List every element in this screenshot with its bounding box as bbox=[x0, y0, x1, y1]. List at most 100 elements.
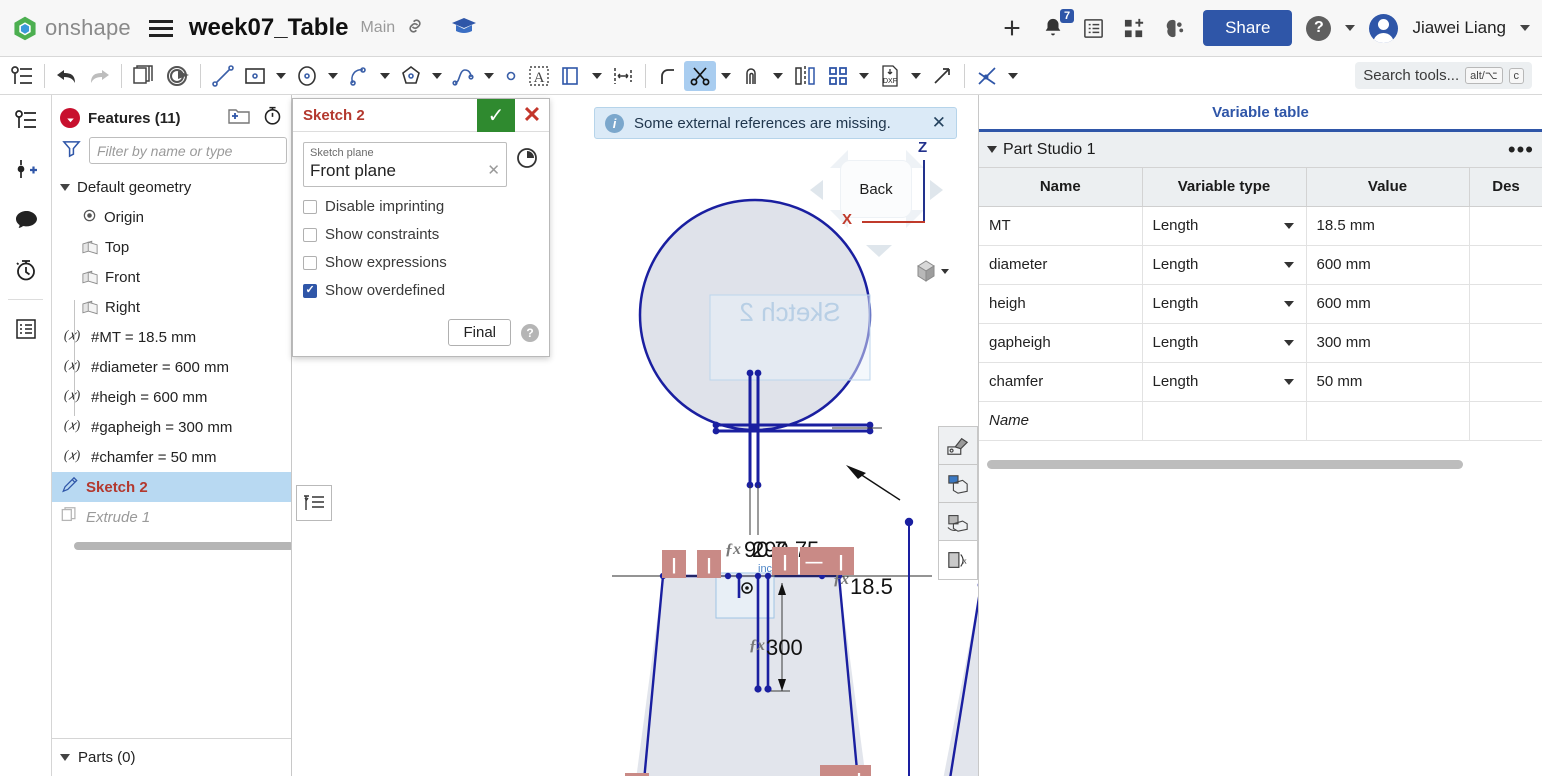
filter-funnel-icon[interactable] bbox=[62, 139, 81, 163]
chevron-down-icon[interactable] bbox=[60, 754, 70, 761]
final-button[interactable]: Final bbox=[448, 319, 511, 346]
clear-plane-icon[interactable]: ✕ bbox=[487, 161, 500, 179]
cell-type[interactable]: Length bbox=[1142, 284, 1307, 324]
variable-table-group-header[interactable]: Part Studio 1 ••• bbox=[979, 132, 1542, 168]
history-clock-icon[interactable] bbox=[515, 146, 539, 170]
feature-filter-input[interactable] bbox=[89, 137, 287, 164]
cell-type[interactable]: Length bbox=[1142, 245, 1307, 285]
cell-value[interactable]: 600 mm bbox=[1306, 245, 1470, 285]
arc-chevron-down-icon[interactable] bbox=[380, 72, 390, 79]
cell-value[interactable]: 600 mm bbox=[1306, 284, 1470, 324]
cell-value[interactable]: 300 mm bbox=[1306, 323, 1470, 363]
rectangle-chevron-down-icon[interactable] bbox=[276, 72, 286, 79]
cell-name[interactable]: heigh bbox=[979, 284, 1143, 324]
fillet-tool-icon[interactable] bbox=[652, 61, 684, 91]
use-project-icon[interactable] bbox=[555, 61, 587, 91]
polygon-tool-icon[interactable] bbox=[395, 61, 427, 91]
column-header-name[interactable]: Name bbox=[979, 168, 1143, 207]
apps-grid-add-icon[interactable] bbox=[1121, 15, 1148, 42]
checkbox-box[interactable] bbox=[303, 255, 317, 270]
offset-tool-icon[interactable] bbox=[736, 61, 768, 91]
tree-horizontal-scrollbar[interactable] bbox=[74, 542, 291, 550]
circle-tool-icon[interactable] bbox=[291, 61, 323, 91]
avatar[interactable] bbox=[1369, 13, 1399, 43]
undo-icon[interactable] bbox=[51, 61, 83, 91]
construction-toggle-icon[interactable] bbox=[926, 61, 958, 91]
import-dxf-icon[interactable]: DXF bbox=[874, 61, 906, 91]
table-row[interactable]: MT Length 18.5 mm bbox=[979, 206, 1542, 246]
add-icon[interactable] bbox=[998, 15, 1025, 42]
trim-chevron-down-icon[interactable] bbox=[721, 72, 731, 79]
mirror-tool-icon[interactable] bbox=[788, 61, 822, 91]
question-icon[interactable]: ? bbox=[521, 323, 539, 342]
use-chevron-down-icon[interactable] bbox=[592, 72, 602, 79]
chevron-down-icon[interactable] bbox=[987, 146, 997, 153]
tree-item-origin[interactable]: Origin bbox=[52, 202, 291, 232]
checkbox-show-expressions[interactable]: Show expressions bbox=[303, 254, 539, 271]
tree-feature-extrude-1[interactable]: Extrude 1 bbox=[52, 502, 291, 532]
cell-type[interactable]: Length bbox=[1142, 323, 1307, 363]
dim-left-thickness[interactable]: 18.5 bbox=[850, 574, 893, 599]
appearance-icon[interactable] bbox=[939, 427, 977, 465]
checkbox-disable-imprinting[interactable]: Disable imprinting bbox=[303, 198, 539, 215]
tree-variable-gapheigh[interactable]: (𝑥) #gapheigh = 300 mm bbox=[52, 412, 291, 442]
grid-display-icon[interactable] bbox=[939, 465, 977, 503]
view-cube-face[interactable]: Back bbox=[840, 160, 912, 218]
link-icon[interactable] bbox=[405, 16, 425, 41]
help-chevron-down-icon[interactable] bbox=[1345, 25, 1356, 31]
user-chevron-down-icon[interactable] bbox=[1520, 25, 1530, 31]
cell-new-name[interactable]: Name bbox=[979, 401, 1143, 441]
spline-tool-icon[interactable] bbox=[447, 61, 479, 91]
column-header-description[interactable]: Des bbox=[1469, 168, 1542, 207]
parts-section[interactable]: Parts (0) bbox=[52, 738, 291, 776]
tree-item-top[interactable]: Top bbox=[52, 232, 291, 262]
tree-variable-mt[interactable]: (𝑥) #MT = 18.5 mm bbox=[52, 322, 291, 352]
checkbox-show-overdefined[interactable]: Show overdefined bbox=[303, 282, 539, 299]
new-folder-icon[interactable] bbox=[228, 106, 250, 130]
variable-table-hscrollbar[interactable] bbox=[987, 460, 1534, 469]
table-row[interactable]: diameter Length 600 mm bbox=[979, 245, 1542, 285]
rollback-error-icon[interactable] bbox=[60, 108, 80, 128]
tree-variable-heigh[interactable]: (𝑥) #heigh = 600 mm bbox=[52, 382, 291, 412]
view-rotate-down-icon[interactable] bbox=[866, 245, 892, 257]
rectangle-tool-icon[interactable] bbox=[239, 61, 271, 91]
cell-type[interactable]: Length bbox=[1142, 206, 1307, 246]
cell-description[interactable] bbox=[1469, 245, 1542, 285]
cell-name[interactable]: gapheigh bbox=[979, 323, 1143, 363]
checkbox-box[interactable] bbox=[303, 227, 317, 242]
cell-type[interactable]: Length bbox=[1142, 362, 1307, 402]
offset-chevron-down-icon[interactable] bbox=[773, 72, 783, 79]
column-header-value[interactable]: Value bbox=[1306, 168, 1470, 207]
tree-variable-diameter[interactable]: (𝑥) #diameter = 600 mm bbox=[52, 352, 291, 382]
history-icon[interactable] bbox=[0, 245, 52, 295]
table-row[interactable]: heigh Length 600 mm bbox=[979, 284, 1542, 324]
column-header-type[interactable]: Variable type bbox=[1142, 168, 1307, 207]
close-icon[interactable]: ✕ bbox=[932, 113, 946, 133]
ellipsis-icon[interactable]: ••• bbox=[1508, 138, 1534, 160]
chevron-down-icon[interactable] bbox=[1283, 339, 1294, 346]
cell-name[interactable]: diameter bbox=[979, 245, 1143, 285]
close-icon[interactable]: ✕ bbox=[515, 99, 549, 132]
constraints-chevron-down-icon[interactable] bbox=[1008, 72, 1018, 79]
variable-table-icon[interactable] bbox=[0, 304, 52, 354]
help-icon[interactable]: ? bbox=[1306, 15, 1332, 41]
measure-timer-icon[interactable] bbox=[262, 105, 283, 131]
dimension-tool-icon[interactable] bbox=[607, 61, 639, 91]
spline-chevron-down-icon[interactable] bbox=[484, 72, 494, 79]
cell-description[interactable] bbox=[1469, 362, 1542, 402]
graduation-cap-icon[interactable] bbox=[451, 15, 477, 42]
comments-icon[interactable] bbox=[0, 195, 52, 245]
point-tool-icon[interactable] bbox=[499, 61, 523, 91]
view-rotate-left-icon[interactable] bbox=[810, 180, 823, 200]
search-tools-input[interactable]: Search tools... alt/⌥ c bbox=[1355, 62, 1532, 89]
tree-variable-chamfer[interactable]: (𝑥) #chamfer = 50 mm bbox=[52, 442, 291, 472]
text-tool-icon[interactable]: A bbox=[523, 61, 555, 91]
circle-chevron-down-icon[interactable] bbox=[328, 72, 338, 79]
checkbox-box[interactable] bbox=[303, 199, 317, 214]
redo-icon[interactable] bbox=[83, 61, 115, 91]
chevron-down-icon[interactable] bbox=[1283, 378, 1294, 385]
cell-value[interactable]: 50 mm bbox=[1306, 362, 1470, 402]
table-row[interactable]: chamfer Length 50 mm bbox=[979, 362, 1542, 402]
checkmark-icon[interactable]: ✓ bbox=[477, 98, 515, 132]
sketch-entities-list-button[interactable] bbox=[296, 485, 332, 521]
